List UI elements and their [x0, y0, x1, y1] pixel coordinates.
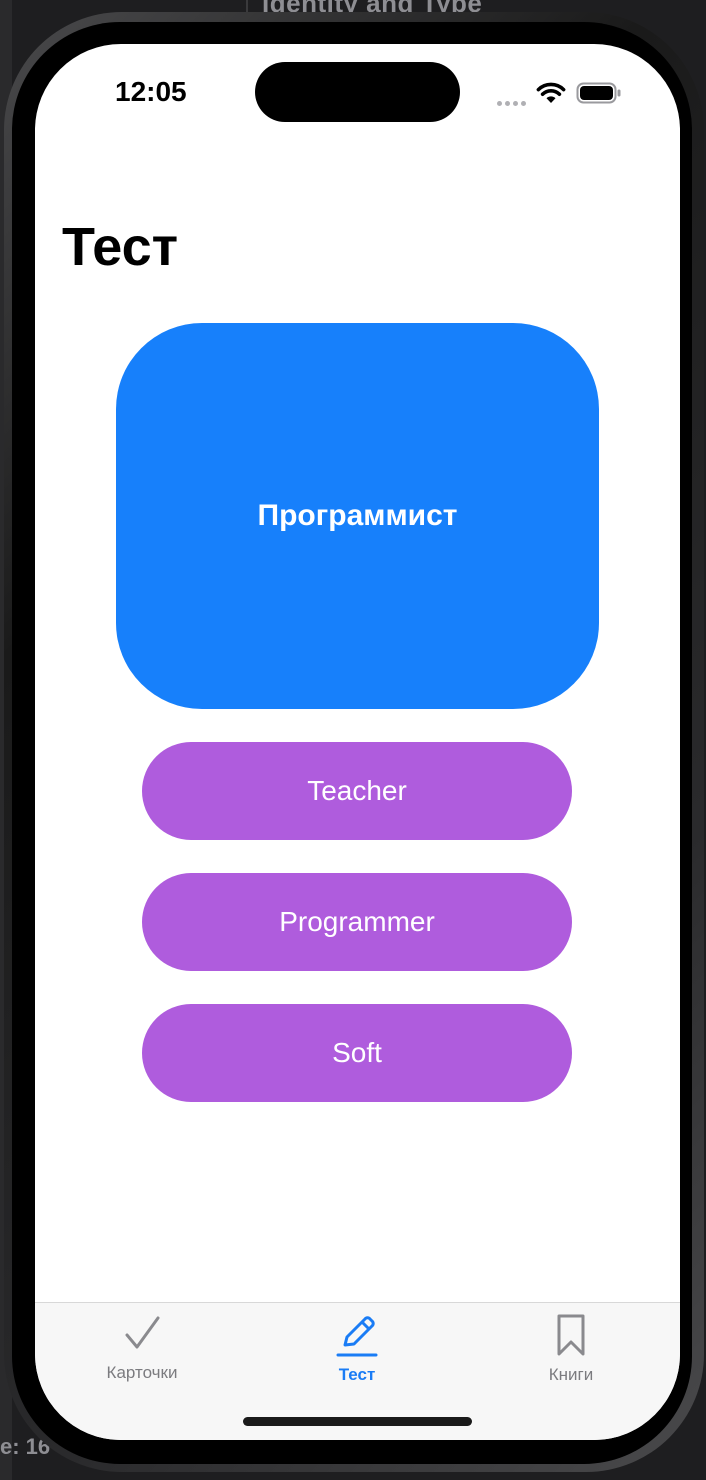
dynamic-island	[255, 62, 460, 122]
cellular-signal-icon	[497, 94, 526, 106]
home-indicator[interactable]	[243, 1417, 472, 1426]
status-time: 12:05	[115, 76, 187, 107]
battery-icon	[576, 82, 621, 104]
question-card[interactable]: Программист	[116, 323, 599, 709]
tab-cards[interactable]: Карточки	[72, 1313, 212, 1383]
wifi-icon	[536, 82, 566, 103]
pencil-icon	[334, 1313, 380, 1357]
bookmark-icon	[548, 1313, 594, 1357]
tab-label: Тест	[338, 1365, 376, 1384]
tab-test[interactable]: Тест	[287, 1313, 427, 1384]
answer-button-programmer[interactable]: Programmer	[142, 873, 572, 971]
device-screen: 12:05 Тест Программист Teacher Programme…	[35, 44, 680, 1440]
tab-books[interactable]: Книги	[501, 1313, 641, 1384]
status-indicators	[497, 78, 622, 108]
answer-button-teacher[interactable]: Teacher	[142, 742, 572, 840]
tab-label: Карточки	[106, 1363, 178, 1382]
tab-label: Книги	[548, 1365, 594, 1384]
page-title: Тест	[62, 217, 179, 277]
simulator-window: Identity and Type e: 16 12:05 Тест Прогр…	[0, 0, 706, 1480]
answer-button-soft[interactable]: Soft	[142, 1004, 572, 1102]
checkmark-icon	[119, 1313, 165, 1355]
